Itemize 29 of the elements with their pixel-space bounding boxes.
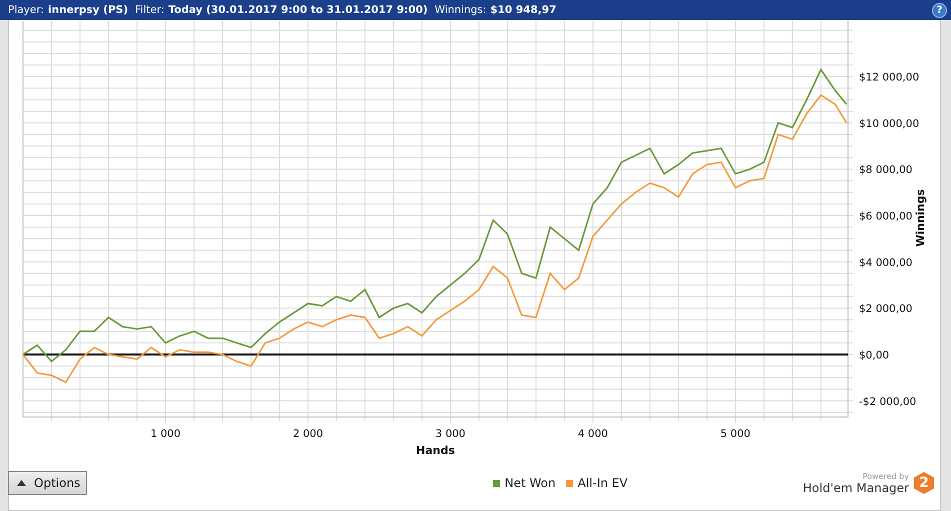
field-value: innerpsy (PS): [48, 4, 128, 16]
x-axis-title: Hands: [416, 444, 455, 456]
y-tick-label: -$2 000,00: [859, 396, 916, 408]
x-tick-label: 1 000: [150, 428, 181, 440]
legend-label: Net Won: [504, 476, 556, 490]
x-tick-label: 4 000: [578, 428, 608, 440]
y-tick-label: $4 000,00: [859, 256, 912, 269]
help-icon[interactable]: ?: [932, 2, 947, 18]
y-tick-label: $8 000,00: [859, 164, 912, 176]
field-value: Today (30.01.2017 9:00 to 31.01.2017 9:00): [168, 4, 428, 16]
y-tick-label: $0,00: [859, 349, 890, 362]
options-button[interactable]: Options: [8, 471, 88, 495]
field-label: Filter:: [135, 4, 164, 16]
brand-name: Hold'em Manager: [802, 480, 909, 494]
y-axis-title: Winnings: [914, 189, 927, 247]
caret-icon: [17, 480, 26, 486]
field-value: $10 948,97: [490, 4, 556, 16]
x-tick-label: 2 000: [292, 428, 323, 440]
y-tick-label: $10 000,00: [859, 118, 920, 130]
powered-by-text: Powered by: [862, 472, 909, 480]
logo-badge: 2: [914, 472, 934, 494]
legend-label: All-In EV: [578, 476, 628, 490]
x-tick-label: 5 000: [720, 428, 750, 440]
field-label: Winnings:: [434, 4, 486, 16]
y-tick-label: $2 000,00: [859, 303, 912, 316]
y-tick-label: $6 000,00: [859, 210, 912, 223]
x-tick-label: 3 000: [435, 428, 466, 440]
y-tick-label: $12 000,00: [859, 72, 920, 84]
field-label: Player:: [8, 4, 44, 16]
